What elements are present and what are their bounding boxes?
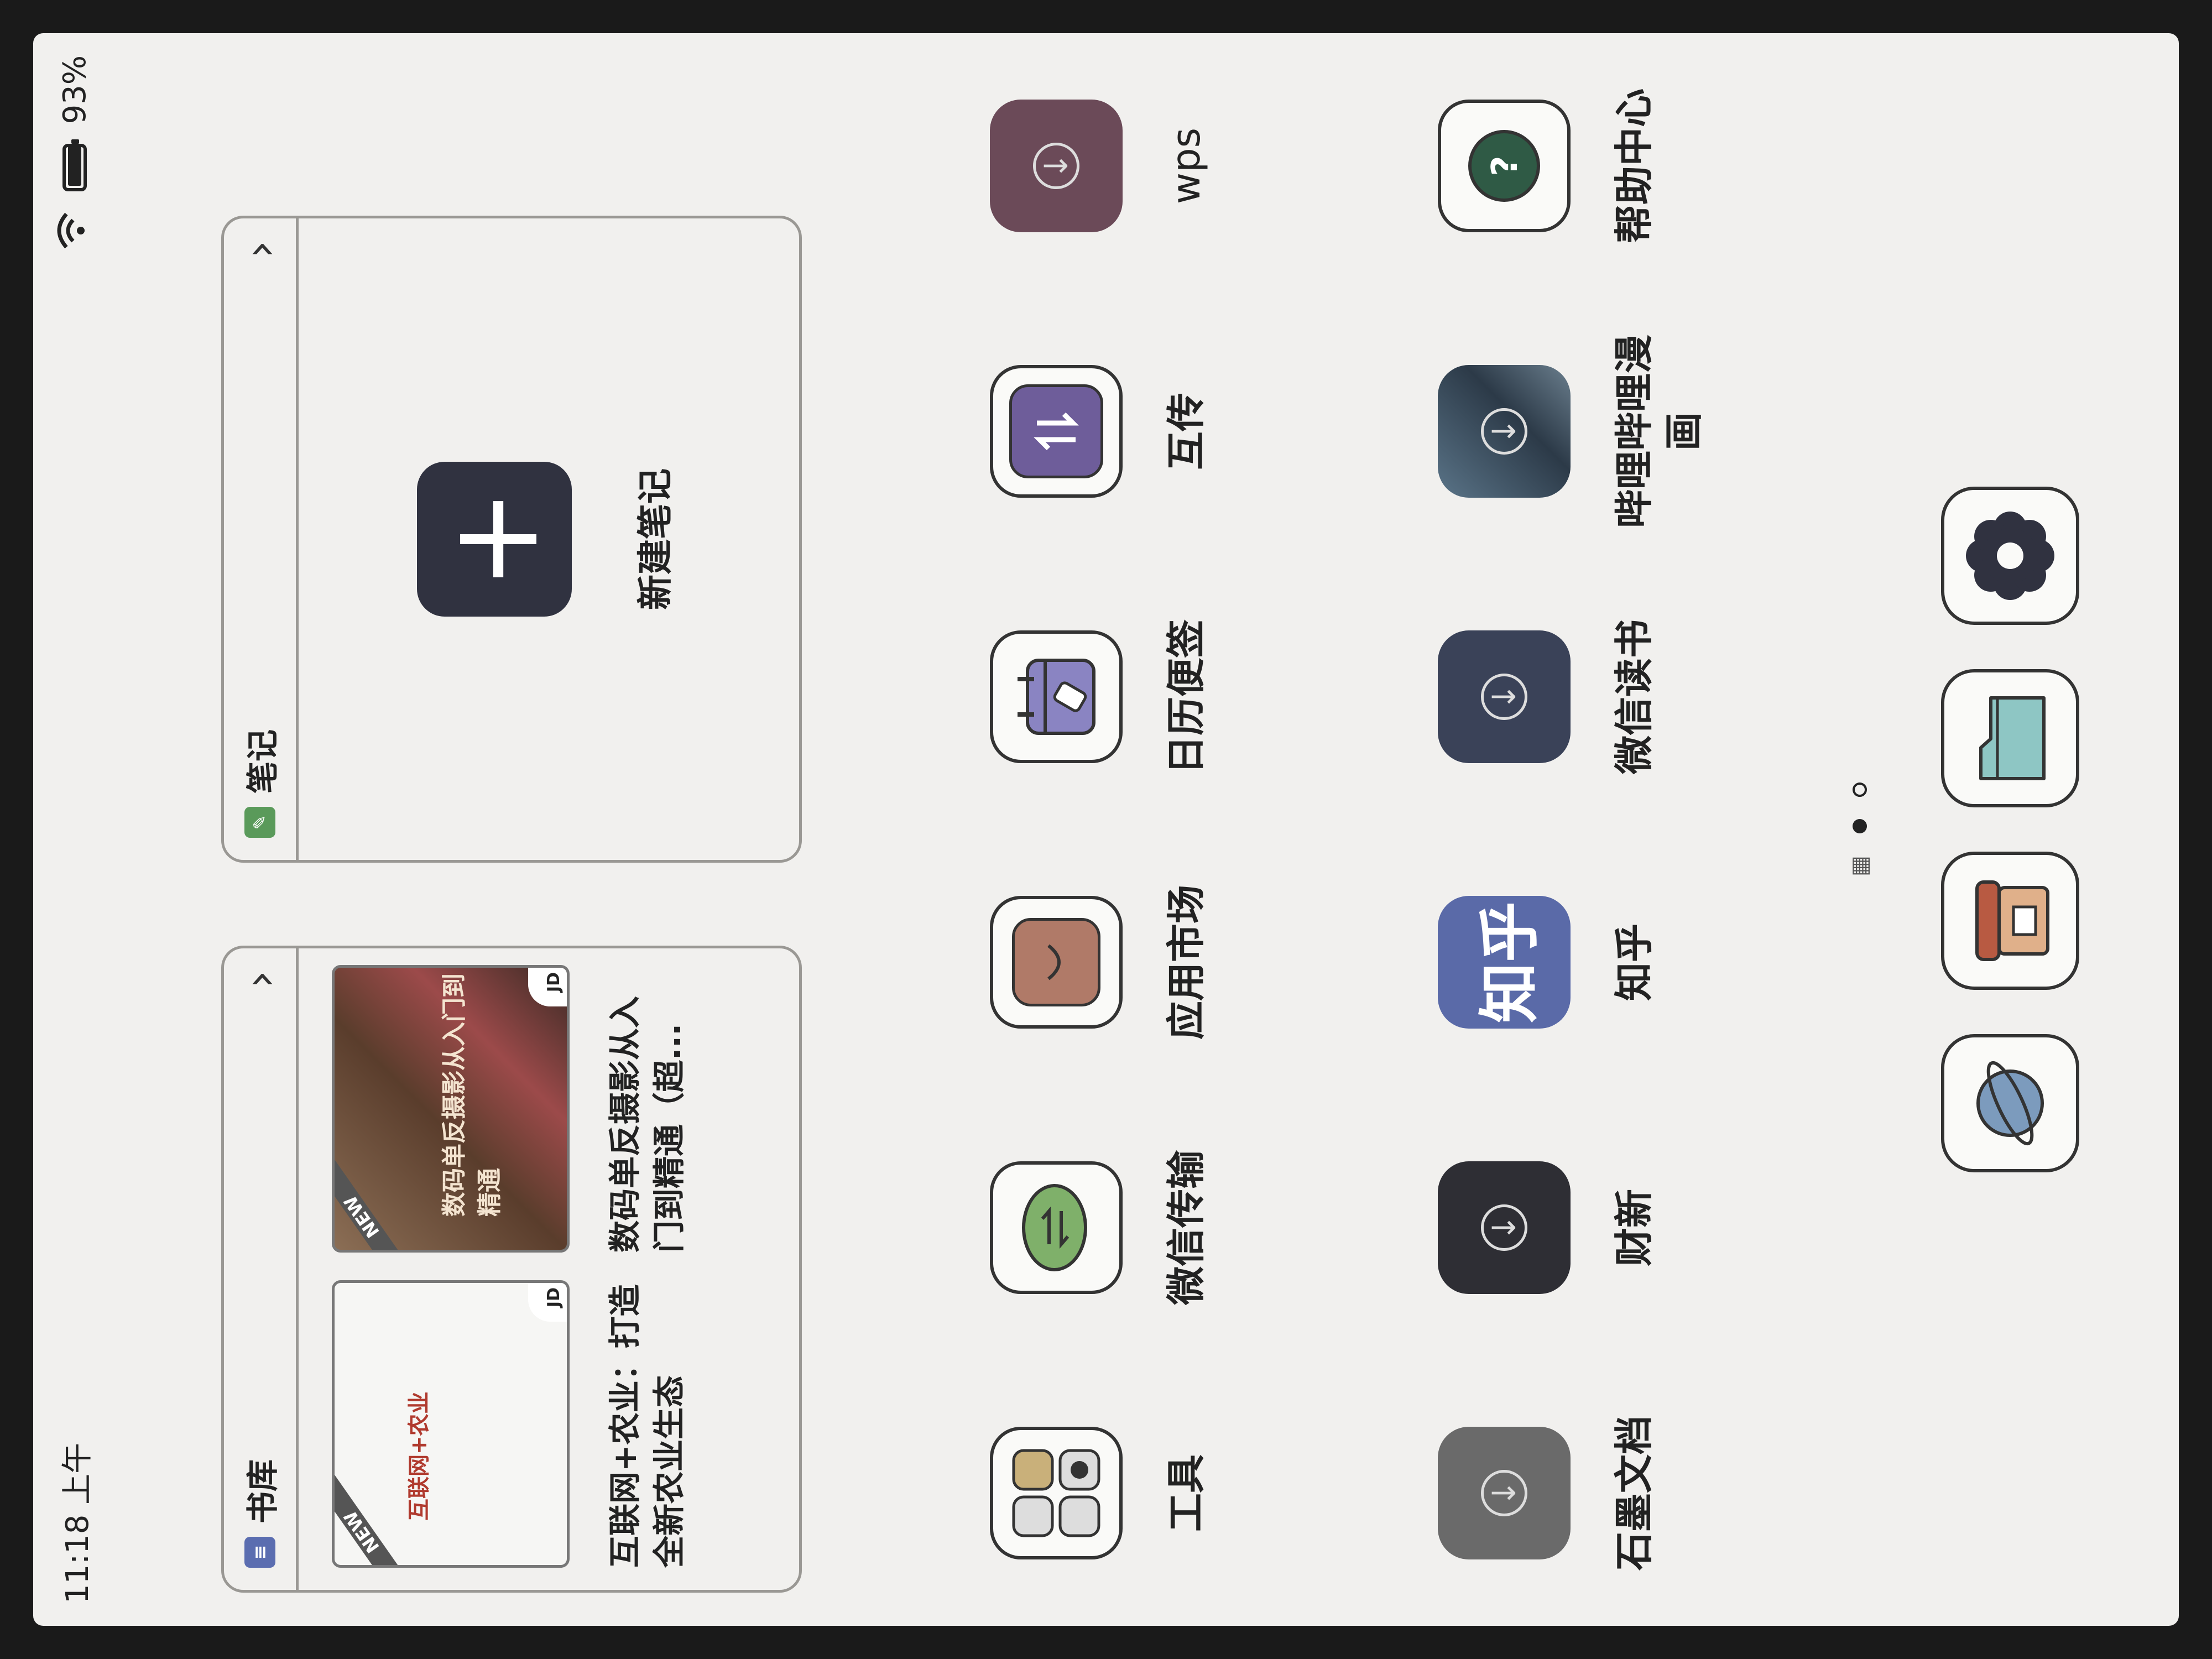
app-shimo-docs[interactable]: ↓ 石墨文档 bbox=[1438, 1383, 1659, 1604]
notes-header[interactable]: ✎ 笔记 › bbox=[224, 218, 299, 860]
zhihu-icon: 知乎 bbox=[1438, 896, 1571, 1029]
new-note-area: + 新建笔记 bbox=[296, 218, 799, 860]
status-bar: 11:18 上午 93% bbox=[44, 55, 105, 1604]
page-dot[interactable] bbox=[1853, 782, 1867, 797]
swap-icon bbox=[990, 365, 1123, 498]
new-note-button[interactable]: + bbox=[417, 462, 572, 617]
jd-badge: JD bbox=[528, 968, 567, 1006]
library-icon: ≡ bbox=[244, 1537, 275, 1568]
app-zhihu[interactable]: 知乎 知乎 bbox=[1438, 852, 1659, 1073]
download-icon: ↓ bbox=[1481, 1204, 1527, 1251]
wechat-read-icon: ↓ bbox=[1438, 630, 1571, 763]
shimo-icon: ↓ bbox=[1438, 1427, 1571, 1559]
app-market[interactable]: 应用市场 bbox=[990, 852, 1211, 1073]
book-cover[interactable]: NEW 数码单反摄影从入门到精通 JD bbox=[332, 965, 570, 1253]
jd-badge: JD bbox=[528, 1283, 567, 1322]
new-note-label: 新建笔记 bbox=[635, 468, 676, 610]
tools-icon bbox=[990, 1427, 1123, 1559]
book-cover[interactable]: NEW 互联网+农业 JD bbox=[332, 1280, 570, 1568]
app-drawer-icon[interactable]: ▦ bbox=[1847, 855, 1872, 877]
library-widget[interactable]: ≡ 书库 › NEW 互联网+农业 JD 互联网+农业：打造全新农业生态 NEW… bbox=[221, 946, 802, 1593]
folder-icon[interactable] bbox=[1941, 669, 2079, 807]
page-dot-active[interactable] bbox=[1853, 819, 1867, 834]
download-icon: ↓ bbox=[1481, 1470, 1527, 1516]
app-wechat-read[interactable]: ↓ 微信读书 bbox=[1438, 586, 1659, 807]
library-title: 书库 bbox=[244, 1459, 281, 1524]
caixin-icon: ↓ bbox=[1438, 1161, 1571, 1294]
app-tools[interactable]: 工具 bbox=[990, 1383, 1211, 1604]
battery-icon bbox=[62, 144, 87, 192]
book-title: 互联网+农业：打造全新农业生态 bbox=[606, 1284, 688, 1568]
calendar-icon bbox=[990, 630, 1123, 763]
app-bilibili-comics[interactable]: ↓ 哔哩哔哩漫画 bbox=[1438, 321, 1709, 542]
launcher: 11:18 上午 93% ≡ 书库 › NEW 互联网+农业 JD 互联网+农业… bbox=[33, 33, 2179, 1626]
wifi-icon bbox=[54, 211, 95, 250]
plus-icon: + bbox=[424, 488, 565, 591]
bilibili-comics-icon: ↓ bbox=[1438, 365, 1571, 498]
library-header[interactable]: ≡ 书库 › bbox=[224, 948, 299, 1590]
app-caixin[interactable]: ↓ 财新 bbox=[1438, 1117, 1659, 1338]
app-calendar-notes[interactable]: 日历便签 bbox=[990, 586, 1211, 807]
page-indicator: ▦ bbox=[1847, 33, 1872, 1626]
store-icon[interactable] bbox=[1941, 852, 2079, 990]
chat-icon bbox=[990, 1161, 1123, 1294]
book-item[interactable]: NEW 互联网+农业 JD 互联网+农业：打造全新农业生态 bbox=[332, 1280, 691, 1568]
svg-text:?: ? bbox=[1485, 155, 1526, 176]
shopping-bag-icon bbox=[990, 896, 1123, 1029]
chevron-right-icon[interactable]: › bbox=[234, 241, 286, 258]
notes-widget[interactable]: ✎ 笔记 › + 新建笔记 bbox=[221, 216, 802, 863]
settings-icon[interactable] bbox=[1941, 487, 2079, 625]
dock bbox=[1941, 33, 2079, 1626]
book-item[interactable]: NEW 数码单反摄影从入门到精通 JD 数码单反摄影从入门到精通（超... bbox=[332, 965, 691, 1253]
app-wps[interactable]: ↓ wps bbox=[990, 55, 1211, 276]
download-icon: ↓ bbox=[1481, 408, 1527, 455]
chevron-right-icon[interactable]: › bbox=[234, 971, 286, 988]
wps-icon: ↓ bbox=[990, 100, 1123, 232]
planet-icon[interactable] bbox=[1941, 1034, 2079, 1172]
device-screen: 11:18 上午 93% ≡ 书库 › NEW 互联网+农业 JD 互联网+农业… bbox=[33, 33, 2179, 1626]
battery-level: 93% bbox=[56, 55, 93, 124]
app-transfer[interactable]: 互传 bbox=[990, 321, 1211, 542]
download-icon: ↓ bbox=[1033, 143, 1079, 189]
status-time: 11:18 上午 bbox=[59, 1442, 96, 1604]
download-icon: ↓ bbox=[1481, 674, 1527, 720]
notes-icon: ✎ bbox=[244, 807, 275, 838]
book-title: 数码单反摄影从入门到精通（超... bbox=[606, 995, 688, 1253]
app-wechat-transfer[interactable]: 微信传输 bbox=[990, 1117, 1211, 1338]
notes-title: 笔记 bbox=[244, 729, 281, 794]
app-help-center[interactable]: ? 帮助中心 bbox=[1438, 55, 1659, 276]
help-icon: ? bbox=[1438, 100, 1571, 232]
